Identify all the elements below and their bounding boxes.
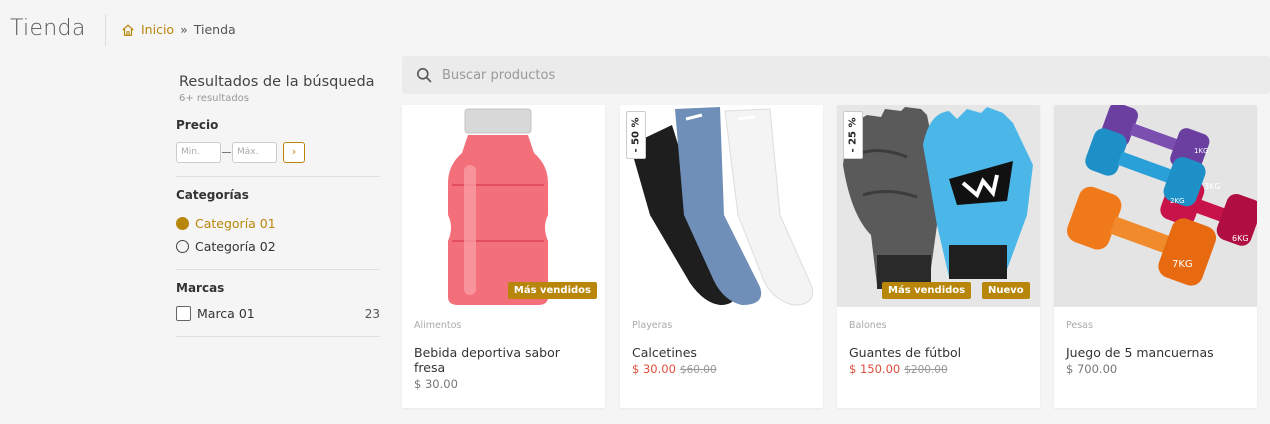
radio-unselected-icon[interactable] bbox=[176, 240, 189, 253]
product-name[interactable]: Guantes de fútbol bbox=[849, 345, 1029, 360]
product-price: $ 30.00 bbox=[414, 377, 458, 391]
weight-label: 2KG bbox=[1170, 197, 1184, 205]
socks-image bbox=[630, 107, 814, 306]
categories-heading: Categorías bbox=[176, 188, 249, 202]
divider bbox=[176, 269, 380, 270]
product-image[interactable]: - 50 % bbox=[620, 105, 823, 307]
weight-label: 7KG bbox=[1172, 259, 1193, 270]
product-card[interactable]: - 25 % Más vendidos Nuevo Balones Guante… bbox=[837, 105, 1040, 408]
search-bar[interactable]: Buscar productos bbox=[402, 56, 1270, 94]
product-price: $ 700.00 bbox=[1066, 362, 1117, 376]
sale-price: $ 150.00 bbox=[849, 362, 901, 376]
results-title: Resultados de la búsqueda bbox=[179, 74, 375, 90]
title-divider bbox=[105, 14, 106, 46]
search-input[interactable]: Buscar productos bbox=[442, 68, 555, 83]
product-category: Alimentos bbox=[414, 320, 462, 331]
home-icon[interactable] bbox=[121, 23, 135, 37]
discount-label: - 50 % bbox=[630, 117, 642, 153]
divider bbox=[176, 176, 380, 177]
brand-label: Marca 01 bbox=[197, 306, 255, 321]
category-option-01[interactable]: Categoría 01 bbox=[176, 216, 276, 231]
product-name[interactable]: Calcetines bbox=[632, 345, 812, 360]
price-range: Min. Máx. › bbox=[176, 142, 305, 163]
brand-checkbox[interactable] bbox=[176, 306, 191, 321]
weight-label: 6KG bbox=[1232, 234, 1249, 243]
best-seller-badge: Más vendidos bbox=[507, 282, 597, 299]
top-bar: Tienda Inicio » Tienda bbox=[0, 0, 1270, 58]
breadcrumb-home-link[interactable]: Inicio bbox=[141, 22, 174, 37]
product-image[interactable]: 1KG 2KG 3KG 6KG 7KG bbox=[1054, 105, 1257, 307]
min-price-input[interactable]: Min. bbox=[176, 142, 221, 163]
search-icon bbox=[417, 68, 432, 83]
price: $ 700.00 bbox=[1066, 362, 1118, 376]
sale-price: $ 30.00 bbox=[632, 362, 676, 376]
product-image[interactable]: Más vendidos bbox=[402, 105, 605, 307]
sports-drink-image bbox=[448, 108, 548, 305]
category-label: Categoría 01 bbox=[195, 216, 276, 231]
weight-label: 1KG bbox=[1194, 147, 1208, 155]
product-category: Balones bbox=[849, 320, 887, 331]
discount-tag: - 50 % bbox=[626, 111, 646, 159]
page-title: Tienda bbox=[10, 16, 86, 41]
brand-count: 23 bbox=[364, 306, 380, 321]
apply-price-button[interactable]: › bbox=[283, 142, 305, 163]
radio-selected-icon[interactable] bbox=[176, 217, 189, 230]
breadcrumb-current: Tienda bbox=[193, 22, 236, 37]
product-category: Playeras bbox=[632, 320, 673, 331]
dumbbells-image: 1KG 2KG 3KG 6KG 7KG bbox=[1066, 105, 1257, 286]
product-price: $ 30.00 $60.00 bbox=[632, 362, 717, 376]
new-badge: Nuevo bbox=[982, 282, 1030, 299]
discount-tag: - 25 % bbox=[843, 111, 863, 159]
price-heading: Precio bbox=[176, 118, 219, 132]
breadcrumb-separator: » bbox=[180, 22, 188, 37]
product-card[interactable]: Más vendidos Alimentos Bebida deportiva … bbox=[402, 105, 605, 408]
old-price: $60.00 bbox=[679, 364, 717, 376]
weight-label: 3KG bbox=[1204, 182, 1221, 191]
price: $ 30.00 bbox=[414, 377, 458, 391]
product-card[interactable]: 1KG 2KG 3KG 6KG 7KG Pesas Juego de 5 man… bbox=[1054, 105, 1257, 408]
category-option-02[interactable]: Categoría 02 bbox=[176, 239, 276, 254]
product-image[interactable]: - 25 % Más vendidos Nuevo bbox=[837, 105, 1040, 307]
product-name[interactable]: Bebida deportiva sabor fresa bbox=[414, 345, 594, 375]
product-price: $ 150.00 $200.00 bbox=[849, 362, 948, 376]
discount-label: - 25 % bbox=[847, 117, 859, 153]
product-name[interactable]: Juego de 5 mancuernas bbox=[1066, 345, 1246, 360]
goalkeeper-gloves-image bbox=[843, 107, 1033, 289]
category-label: Categoría 02 bbox=[195, 239, 276, 254]
max-price-input[interactable]: Máx. bbox=[232, 142, 277, 163]
results-count: 6+ resultados bbox=[179, 93, 250, 104]
brand-option-01[interactable]: Marca 01 23 bbox=[176, 306, 380, 321]
filter-sidebar: Resultados de la búsqueda 6+ resultados … bbox=[176, 74, 380, 337]
best-seller-badge: Más vendidos bbox=[882, 282, 972, 299]
range-dash bbox=[222, 152, 231, 153]
product-category: Pesas bbox=[1066, 320, 1093, 331]
old-price: $200.00 bbox=[904, 364, 948, 376]
brands-heading: Marcas bbox=[176, 281, 225, 295]
breadcrumb: Inicio » Tienda bbox=[121, 22, 236, 37]
product-card[interactable]: - 50 % Playeras Calcetines $ 30.00 $60.00 bbox=[620, 105, 823, 408]
divider bbox=[176, 336, 380, 337]
